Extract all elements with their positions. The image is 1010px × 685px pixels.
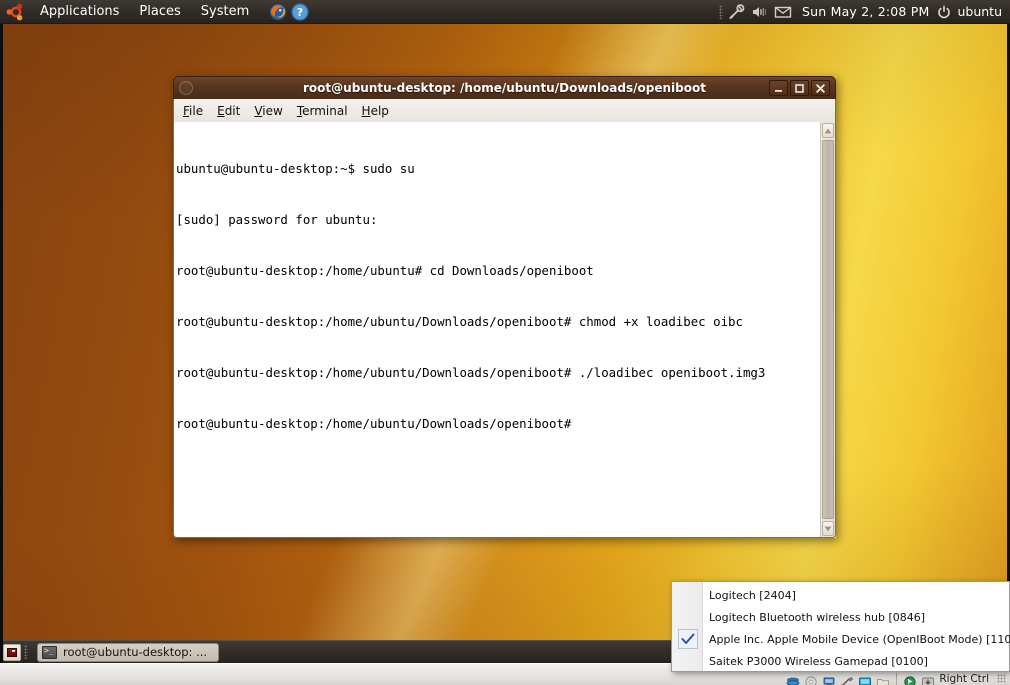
menu-system[interactable]: System	[192, 1, 258, 23]
help-icon[interactable]: ?	[291, 2, 309, 21]
show-desktop-glyph	[7, 647, 17, 657]
svg-text:?: ?	[297, 6, 303, 19]
terminal-titlebar[interactable]: root@ubuntu-desktop: /home/ubuntu/Downlo…	[173, 76, 836, 99]
resize-grip[interactable]	[997, 674, 1006, 683]
check-icon	[678, 629, 698, 649]
menu-file[interactable]: File	[176, 101, 210, 121]
menu-places[interactable]: Places	[130, 1, 189, 23]
mouse-pointer-icon[interactable]	[903, 673, 917, 685]
terminal-line: root@ubuntu-desktop:/home/ubuntu/Downloa…	[176, 314, 743, 329]
host-tray: Right Ctrl	[786, 671, 1010, 685]
show-desktop-icon[interactable]	[3, 643, 21, 661]
terminal-line: root@ubuntu-desktop:/home/ubuntu# cd Dow…	[176, 263, 594, 278]
popup-item-logitech-bt-hub[interactable]: Logitech Bluetooth wireless hub [0846]	[703, 606, 1010, 628]
popup-check-gutter	[672, 582, 703, 671]
popup-item-apple-mobile-device[interactable]: Apple Inc. Apple Mobile Device (OpenIBoo…	[703, 628, 1010, 650]
window-menu-icon[interactable]	[179, 81, 193, 95]
usb-icon[interactable]	[840, 673, 854, 685]
terminal-scrollbar[interactable]	[820, 122, 835, 537]
terminal-menubar: File Edit View Terminal Help	[173, 99, 836, 122]
window-controls	[769, 80, 835, 96]
terminal-output[interactable]: ubuntu@ubuntu-desktop:~$ sudo su [sudo] …	[174, 122, 820, 537]
popup-item-saitek-gamepad[interactable]: Saitek P3000 Wireless Gamepad [0100]	[703, 650, 1010, 672]
user-menu[interactable]: ubuntu	[935, 4, 1010, 19]
close-button[interactable]	[811, 80, 830, 96]
folder-share-icon[interactable]	[876, 673, 890, 685]
minimize-button[interactable]	[769, 80, 788, 96]
popup-item-list: Logitech [2404] Logitech Bluetooth wirel…	[703, 582, 1010, 671]
tray-divider	[896, 672, 898, 685]
terminal-window[interactable]: root@ubuntu-desktop: /home/ubuntu/Downlo…	[173, 76, 836, 538]
top-panel: Applications Places System ? Sun May 2, …	[0, 0, 1010, 24]
terminal-body[interactable]: ubuntu@ubuntu-desktop:~$ sudo su [sudo] …	[173, 122, 836, 538]
terminal-line: ubuntu@ubuntu-desktop:~$ sudo su	[176, 161, 415, 176]
mail-envelope-icon[interactable]	[772, 3, 794, 21]
scroll-up-icon[interactable]	[822, 123, 834, 138]
username-label: ubuntu	[957, 4, 1002, 19]
taskbar-button-label: root@ubuntu-desktop: ...	[63, 645, 208, 659]
maximize-button[interactable]	[790, 80, 809, 96]
menu-terminal[interactable]: Terminal	[290, 101, 355, 121]
usb-device-popup-menu[interactable]: Logitech [2404] Logitech Bluetooth wirel…	[671, 581, 1010, 672]
terminal-line: root@ubuntu-desktop:/home/ubuntu/Downloa…	[176, 365, 766, 380]
vm-tray-icon[interactable]	[921, 673, 935, 685]
terminal-icon	[42, 645, 57, 659]
scrollbar-thumb[interactable]	[822, 140, 834, 519]
power-icon	[937, 5, 951, 19]
terminal-line-prompt: root@ubuntu-desktop:/home/ubuntu/Downloa…	[176, 416, 572, 431]
menu-applications[interactable]: Applications	[31, 1, 128, 23]
volume-icon[interactable]	[750, 3, 768, 21]
clock[interactable]: Sun May 2, 2:08 PM	[796, 3, 935, 20]
menu-help[interactable]: Help	[355, 101, 396, 121]
window-list-grip-handle[interactable]	[24, 645, 28, 659]
cd-icon[interactable]	[804, 673, 818, 685]
firefox-icon[interactable]	[269, 3, 287, 21]
popup-item-logitech[interactable]: Logitech [2404]	[703, 584, 1010, 606]
scroll-down-icon[interactable]	[822, 521, 834, 536]
menu-edit[interactable]: Edit	[210, 101, 247, 121]
menu-view[interactable]: View	[247, 101, 289, 121]
host-key-label: Right Ctrl	[939, 672, 989, 685]
window-title: root@ubuntu-desktop: /home/ubuntu/Downlo…	[303, 81, 706, 95]
harddisk-icon[interactable]	[786, 673, 800, 685]
vm-frame-left-edge	[0, 0, 3, 663]
taskbar-button-terminal[interactable]: root@ubuntu-desktop: ...	[37, 642, 219, 662]
display-icon[interactable]	[858, 673, 872, 685]
network-icon[interactable]	[822, 673, 836, 685]
network-plug-icon[interactable]	[728, 3, 746, 21]
terminal-line: [sudo] password for ubuntu:	[176, 212, 378, 227]
panel-grip-handle[interactable]	[719, 4, 724, 19]
ubuntu-logo-icon[interactable]	[4, 1, 28, 23]
